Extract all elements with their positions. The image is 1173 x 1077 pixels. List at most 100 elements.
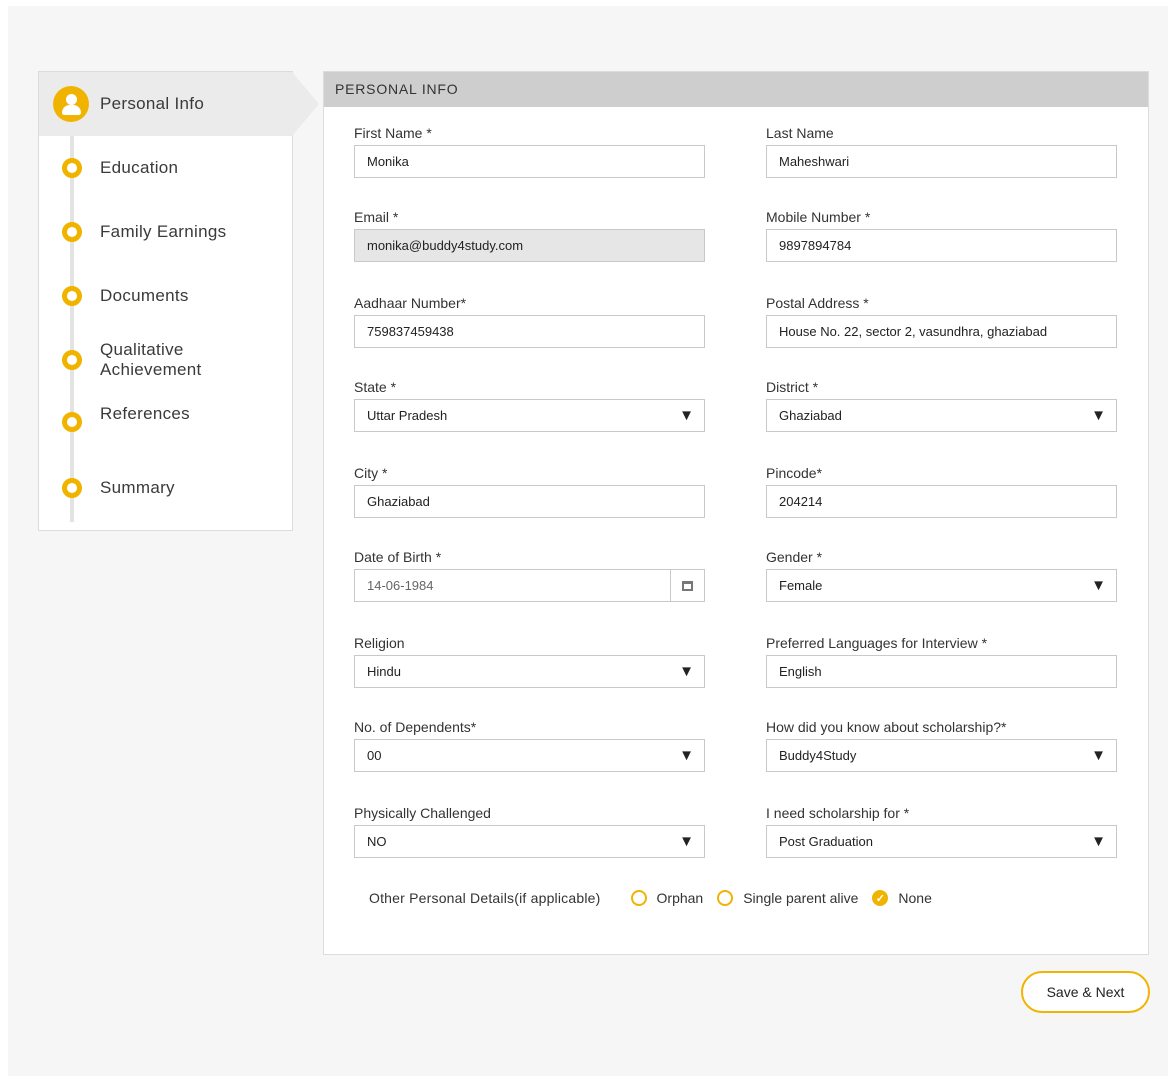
step-documents[interactable]: Documents [39, 264, 292, 328]
step-family-earnings[interactable]: Family Earnings [39, 200, 292, 264]
mobile-field: Mobile Number * 9897894784 [766, 208, 1117, 262]
field-label: Aadhaar Number* [354, 295, 467, 311]
step-label: Summary [100, 478, 175, 497]
field-label: Gender * [766, 549, 823, 565]
caret-down-icon: ▼ [1091, 833, 1106, 850]
save-next-button[interactable]: Save & Next [1021, 971, 1150, 1013]
calendar-button[interactable] [670, 570, 704, 601]
district-field: District * Ghaziabad ▼ [766, 378, 1117, 432]
dob-field: Date of Birth * 14-06-1984 [354, 548, 705, 602]
source-field: How did you know about scholarship?* Bud… [766, 718, 1117, 772]
step-label: Personal Info [100, 94, 205, 113]
personal-info-panel: PERSONAL INFO First Name * Monika Last N… [323, 71, 1149, 955]
radio-label: Single parent alive [743, 890, 859, 906]
languages-field: Preferred Languages for Interview * Engl… [766, 634, 1117, 688]
single-parent-radio[interactable]: Single parent alive [717, 890, 858, 906]
email-field: Email * monika@buddy4study.com [354, 208, 705, 262]
panel-title: PERSONAL INFO [324, 72, 1148, 107]
other-details-label: Other Personal Details(if applicable) [369, 890, 601, 906]
scholarship-for-select[interactable]: Post Graduation ▼ [766, 825, 1117, 858]
field-label: Preferred Languages for Interview * [766, 635, 988, 651]
caret-down-icon: ▼ [1091, 747, 1106, 764]
other-details-row: Other Personal Details(if applicable) Or… [369, 887, 946, 909]
mobile-input[interactable]: 9897894784 [766, 229, 1117, 262]
first-name-field: First Name * Monika [354, 124, 705, 178]
dependents-select[interactable]: 00 ▼ [354, 739, 705, 772]
field-label: District * [766, 379, 819, 395]
step-dot-icon [62, 286, 82, 306]
dependents-field: No. of Dependents* 00 ▼ [354, 718, 705, 772]
field-label: Physically Challenged [354, 805, 491, 821]
steps-sidebar: Personal Info Education Family Earnings … [38, 71, 319, 531]
caret-down-icon: ▼ [679, 407, 694, 424]
selected-value: Ghaziabad [779, 408, 842, 423]
gender-select[interactable]: Female ▼ [766, 569, 1117, 602]
postal-address-input[interactable]: House No. 22, sector 2, vasundhra, ghazi… [766, 315, 1117, 348]
radio-circle-icon [717, 890, 734, 906]
field-label: Date of Birth * [354, 549, 442, 565]
caret-down-icon: ▼ [679, 747, 694, 764]
radio-circle-icon [630, 890, 647, 906]
step-dot-icon [62, 222, 82, 242]
last-name-input[interactable]: Maheshwari [766, 145, 1117, 178]
email-input: monika@buddy4study.com [354, 229, 705, 262]
caret-down-icon: ▼ [1091, 577, 1106, 594]
step-personal-info[interactable]: Personal Info [39, 72, 319, 136]
step-dot-icon [62, 158, 82, 178]
field-label: State * [354, 379, 397, 395]
religion-field: Religion Hindu ▼ [354, 634, 705, 688]
first-name-input[interactable]: Monika [354, 145, 705, 178]
district-select[interactable]: Ghaziabad ▼ [766, 399, 1117, 432]
source-select[interactable]: Buddy4Study ▼ [766, 739, 1117, 772]
step-education[interactable]: Education [39, 136, 292, 200]
physically-challenged-select[interactable]: NO ▼ [354, 825, 705, 858]
orphan-radio[interactable]: Orphan [630, 890, 704, 906]
dob-value: 14-06-1984 [367, 578, 434, 593]
aadhaar-field: Aadhaar Number* 759837459438 [354, 294, 705, 348]
pincode-field: Pincode* 204214 [766, 464, 1117, 518]
state-select[interactable]: Uttar Pradesh ▼ [354, 399, 705, 432]
physically-challenged-field: Physically Challenged NO ▼ [354, 804, 705, 858]
step-summary[interactable]: Summary [39, 456, 292, 520]
step-dot-icon [62, 350, 82, 370]
step-label: Family Earnings [100, 222, 227, 241]
step-dot-icon [62, 478, 82, 498]
step-label: Documents [100, 286, 189, 305]
caret-down-icon: ▼ [679, 663, 694, 680]
field-label: I need scholarship for * [766, 805, 910, 821]
field-label: Postal Address * [766, 295, 869, 311]
field-label: Last Name [766, 125, 834, 141]
step-label: Qualitative Achievement [100, 340, 202, 379]
languages-input[interactable]: English [766, 655, 1117, 688]
selected-value: Buddy4Study [779, 748, 857, 763]
field-label: Religion [354, 635, 405, 651]
field-label: Email * [354, 209, 399, 225]
gender-field: Gender * Female ▼ [766, 548, 1117, 602]
field-label: Mobile Number * [766, 209, 871, 225]
field-label: First Name * [354, 125, 432, 141]
step-dot-icon [62, 412, 82, 432]
city-field: City * Ghaziabad [354, 464, 705, 518]
field-label: No. of Dependents* [354, 719, 477, 735]
field-label: How did you know about scholarship?* [766, 719, 1007, 735]
aadhaar-input[interactable]: 759837459438 [354, 315, 705, 348]
selected-value: Female [779, 578, 823, 593]
religion-select[interactable]: Hindu ▼ [354, 655, 705, 688]
caret-down-icon: ▼ [679, 833, 694, 850]
selected-value: Uttar Pradesh [367, 408, 448, 423]
pincode-input[interactable]: 204214 [766, 485, 1117, 518]
radio-label: Orphan [656, 890, 704, 906]
dob-input[interactable]: 14-06-1984 [354, 569, 705, 602]
selected-value: 00 [367, 748, 382, 763]
calendar-icon [682, 580, 693, 591]
step-label: Education [100, 158, 179, 177]
none-radio[interactable]: ✓ None [872, 890, 932, 906]
postal-address-field: Postal Address * House No. 22, sector 2,… [766, 294, 1117, 348]
step-qualitative-achievement[interactable]: Qualitative Achievement [39, 328, 292, 392]
selected-value: Post Graduation [779, 834, 873, 849]
city-input[interactable]: Ghaziabad [354, 485, 705, 518]
caret-down-icon: ▼ [1091, 407, 1106, 424]
step-references[interactable]: References [39, 390, 292, 454]
state-field: State * Uttar Pradesh ▼ [354, 378, 705, 432]
selected-value: NO [367, 834, 387, 849]
